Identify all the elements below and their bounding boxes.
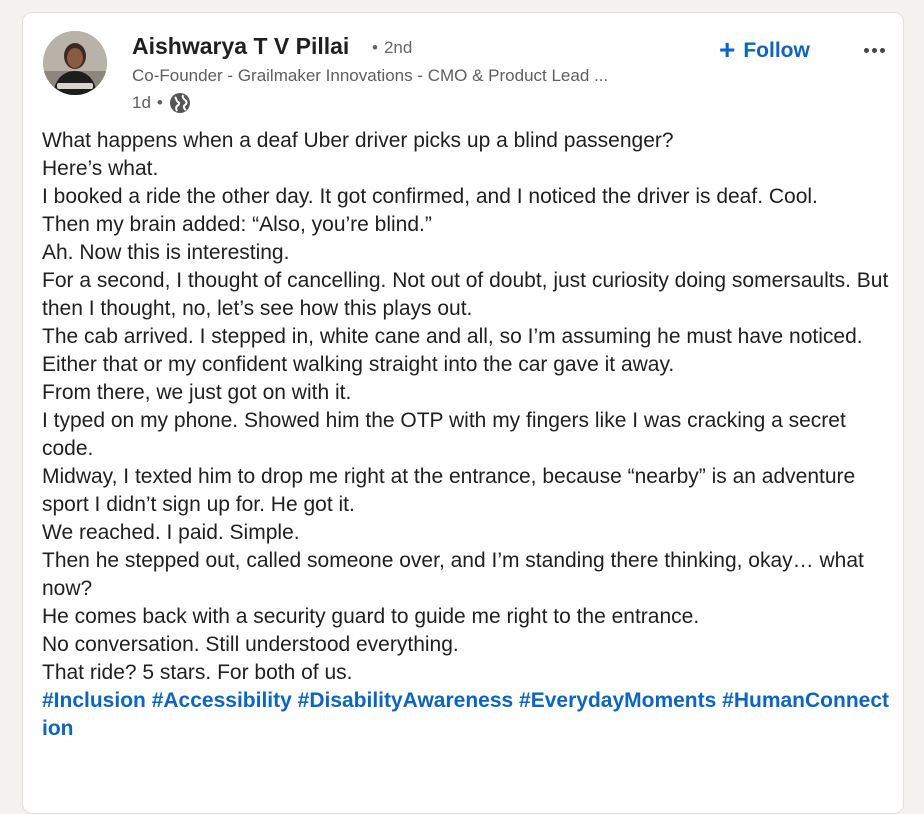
post-line: From there, we just got on with it. (42, 381, 352, 404)
post-line: No conversation. Still understood everyt… (42, 633, 459, 656)
author-name[interactable]: Aishwarya T V Pillai (132, 33, 349, 60)
post-line: Ah. Now this is interesting. (42, 241, 290, 264)
post-line: Here’s what. (42, 157, 159, 180)
hashtag-link[interactable]: #Accessibility (152, 689, 292, 712)
post-meta: 1d • (132, 92, 191, 114)
post-line: What happens when a deaf Uber driver pic… (42, 129, 674, 152)
post-line: He comes back with a security guard to g… (42, 605, 700, 628)
follow-label: Follow (743, 39, 810, 62)
post-line: The cab arrived. I stepped in, white can… (42, 325, 863, 376)
post-line: We reached. I paid. Simple. (42, 521, 300, 544)
post-line: Then he stepped out, called someone over… (42, 549, 864, 600)
post-card: Aishwarya T V Pillai • 2nd Co-Founder - G… (22, 12, 904, 814)
follow-button[interactable]: + Follow (719, 34, 810, 65)
post-line: For a second, I thought of cancelling. N… (42, 269, 889, 320)
plus-icon: + (719, 34, 736, 65)
post-time: 1d (132, 93, 151, 112)
post-line: Midway, I texted him to drop me right at… (42, 465, 856, 516)
hashtag-list: #Inclusion #Accessibility #DisabilityAwa… (42, 687, 892, 743)
hashtag-link[interactable]: #DisabilityAwareness (298, 689, 514, 712)
meta-separator: • (156, 93, 163, 112)
post-line: I booked a ride the other day. It got co… (42, 185, 818, 208)
avatar-photo (43, 31, 107, 95)
connection-degree: • 2nd (372, 38, 413, 57)
post-line: Then my brain added: “Also, you’re blind… (42, 213, 432, 236)
post-body: What happens when a deaf Uber driver pic… (42, 127, 892, 743)
globe-icon (169, 92, 191, 114)
avatar[interactable] (43, 31, 107, 95)
hashtag-link[interactable]: #EverydayMoments (519, 689, 716, 712)
post-line: That ride? 5 stars. For both of us. (42, 661, 353, 684)
degree-label: 2nd (383, 38, 413, 57)
more-horizontal-icon[interactable] (859, 37, 889, 63)
author-headline: Co-Founder - Grailmaker Innovations - CM… (132, 66, 609, 85)
hashtag-link[interactable]: #Inclusion (42, 689, 146, 712)
post-line: I typed on my phone. Showed him the OTP … (42, 409, 846, 460)
